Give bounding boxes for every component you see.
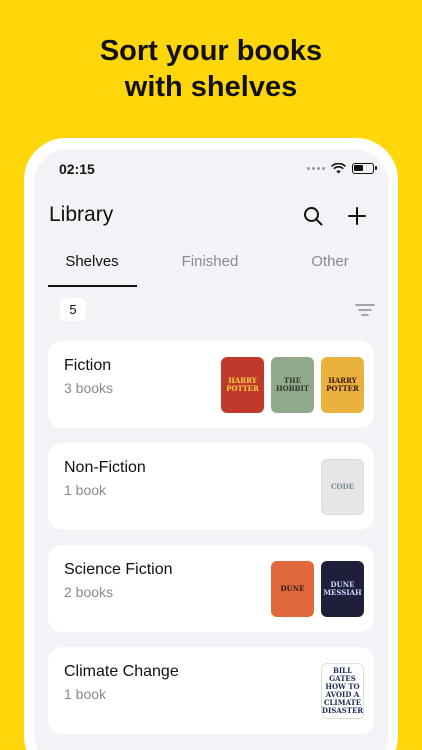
wifi-icon bbox=[331, 163, 346, 174]
battery-icon bbox=[352, 163, 377, 174]
book-cover: CODE bbox=[321, 459, 364, 515]
book-cover: HARRY POTTER bbox=[221, 357, 264, 413]
shelf-card-climate-change[interactable]: Climate Change 1 book BILL GATES HOW TO … bbox=[48, 647, 374, 734]
search-icon bbox=[304, 207, 323, 226]
book-cover: DUNE MESSIAH bbox=[321, 561, 364, 617]
add-shelf-button[interactable] bbox=[344, 203, 370, 229]
tab-finished[interactable]: Finished bbox=[166, 253, 254, 270]
book-cover: BILL GATES HOW TO AVOID A CLIMATE DISAST… bbox=[321, 663, 364, 719]
shelf-name: Climate Change bbox=[64, 663, 179, 680]
shelf-name: Fiction bbox=[64, 357, 112, 374]
shelf-name: Science Fiction bbox=[64, 561, 173, 578]
shelf-card-science-fiction[interactable]: Science Fiction 2 books DUNE DUNE MESSIA… bbox=[48, 545, 374, 632]
book-cover: HARRY POTTER bbox=[321, 357, 364, 413]
shelf-covers: BILL GATES HOW TO AVOID A CLIMATE DISAST… bbox=[321, 663, 364, 719]
shelf-covers: CODE bbox=[321, 459, 364, 515]
search-button[interactable] bbox=[300, 203, 326, 229]
shelf-book-count: 3 books bbox=[64, 380, 114, 396]
book-cover: DUNE bbox=[271, 561, 314, 617]
shelf-covers: DUNE DUNE MESSIAH bbox=[271, 561, 364, 617]
status-time: 02:15 bbox=[59, 161, 95, 177]
book-cover: THE HOBBIT bbox=[271, 357, 314, 413]
signal-icon bbox=[307, 167, 325, 170]
status-icons bbox=[307, 163, 377, 174]
shelf-card-non-fiction[interactable]: Non-Fiction 1 book CODE bbox=[48, 443, 374, 530]
headline-line-2: with shelves bbox=[124, 71, 298, 103]
tab-bar: Shelves Finished Other bbox=[34, 253, 388, 289]
shelf-book-count: 1 book bbox=[64, 686, 107, 702]
tab-shelves[interactable]: Shelves bbox=[48, 253, 136, 270]
active-tab-indicator bbox=[48, 285, 137, 287]
shelf-name: Non-Fiction bbox=[64, 459, 146, 476]
phone-screen: 02:15 Library Shelves Finished Other 5 F… bbox=[34, 149, 388, 750]
tab-other[interactable]: Other bbox=[290, 253, 370, 270]
headline-line-1: Sort your books bbox=[99, 35, 323, 67]
sort-icon bbox=[355, 304, 375, 316]
shelf-book-count: 2 books bbox=[64, 584, 114, 600]
headline: Sort your books with shelves bbox=[0, 33, 422, 105]
page-title: Library bbox=[49, 203, 114, 226]
sort-button[interactable] bbox=[354, 301, 376, 319]
shelf-card-fiction[interactable]: Fiction 3 books HARRY POTTER THE HOBBIT … bbox=[48, 341, 374, 428]
shelf-book-count: 1 book bbox=[64, 482, 107, 498]
status-bar: 02:15 bbox=[34, 149, 388, 189]
plus-icon bbox=[348, 207, 366, 225]
shelf-count-badge: 5 bbox=[60, 298, 86, 321]
shelf-covers: HARRY POTTER THE HOBBIT HARRY POTTER bbox=[221, 357, 364, 413]
